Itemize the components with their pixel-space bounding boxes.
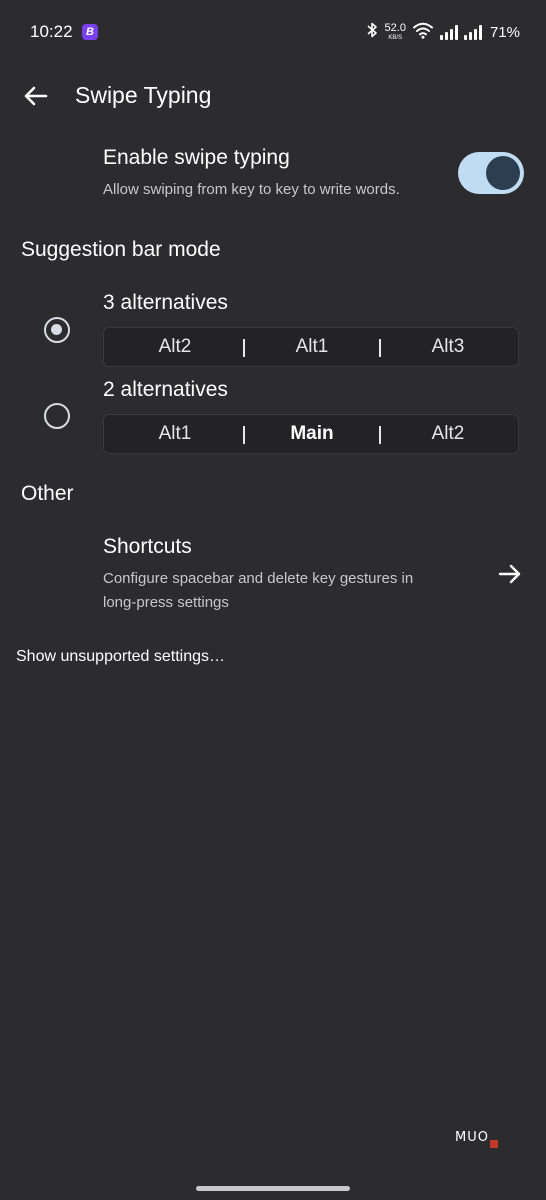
- network-speed: 52.0 KB/S: [384, 22, 406, 42]
- app-bar: Swipe Typing: [0, 72, 546, 120]
- enable-swipe-title: Enable swipe typing: [103, 146, 290, 169]
- radio-3-alternatives[interactable]: [44, 317, 70, 343]
- shortcuts-summary-line2: long-press settings: [103, 594, 229, 611]
- arrow-forward-icon: [496, 560, 524, 588]
- shortcuts-title: Shortcuts: [103, 535, 192, 558]
- notification-app-badge: B: [82, 24, 98, 40]
- preview-cell: Alt1: [158, 423, 192, 444]
- shortcuts-summary-line1: Configure spacebar and delete key gestur…: [103, 570, 414, 587]
- enable-swipe-toggle[interactable]: [458, 152, 524, 194]
- suggestion-bar-header: Suggestion bar mode: [21, 238, 221, 261]
- watermark-logo: MUO: [446, 1128, 498, 1148]
- home-indicator[interactable]: [196, 1186, 350, 1191]
- wifi-icon: [412, 21, 434, 44]
- toggle-thumb: [486, 156, 520, 190]
- status-icons: 52.0 KB/S 71%: [365, 20, 520, 44]
- enable-swipe-summary: Allow swiping from key to key to write w…: [103, 181, 400, 198]
- option-2-alternatives-label: 2 alternatives: [103, 378, 228, 401]
- back-button[interactable]: [18, 78, 54, 114]
- other-header: Other: [21, 482, 74, 505]
- preview-cell: Alt3: [431, 336, 465, 357]
- preview-cell: Alt1: [295, 336, 329, 357]
- cell-signal-icon: [439, 24, 458, 40]
- network-speed-unit: KB/S: [388, 35, 403, 41]
- bluetooth-icon: [365, 21, 379, 43]
- preview-3-alternatives: Alt2 Alt1 Alt3: [103, 327, 519, 367]
- preview-cell-main: Main: [290, 423, 334, 444]
- radio-2-alternatives[interactable]: [44, 403, 70, 429]
- status-time: 10:22: [30, 22, 73, 41]
- cell-signal-icon-2: [463, 24, 482, 40]
- preview-cell: Alt2: [158, 336, 192, 357]
- status-bar: 10:22 B 52.0 KB/S 71%: [0, 0, 546, 64]
- battery-level: 71%: [489, 23, 520, 41]
- network-speed-value: 52.0: [384, 22, 406, 34]
- show-unsupported-settings-link[interactable]: Show unsupported settings…: [16, 648, 225, 666]
- enable-swipe-typing-row[interactable]: Enable swipe typing Allow swiping from k…: [0, 136, 546, 212]
- radio-selected-dot: [51, 324, 62, 335]
- shortcuts-row[interactable]: Shortcuts Configure spacebar and delete …: [0, 530, 546, 620]
- page-title: Swipe Typing: [75, 82, 212, 108]
- preview-cell: Alt2: [431, 423, 465, 444]
- arrow-back-icon: [24, 86, 48, 106]
- option-3-alternatives-label: 3 alternatives: [103, 291, 228, 314]
- preview-2-alternatives: Alt1 Main Alt2: [103, 414, 519, 454]
